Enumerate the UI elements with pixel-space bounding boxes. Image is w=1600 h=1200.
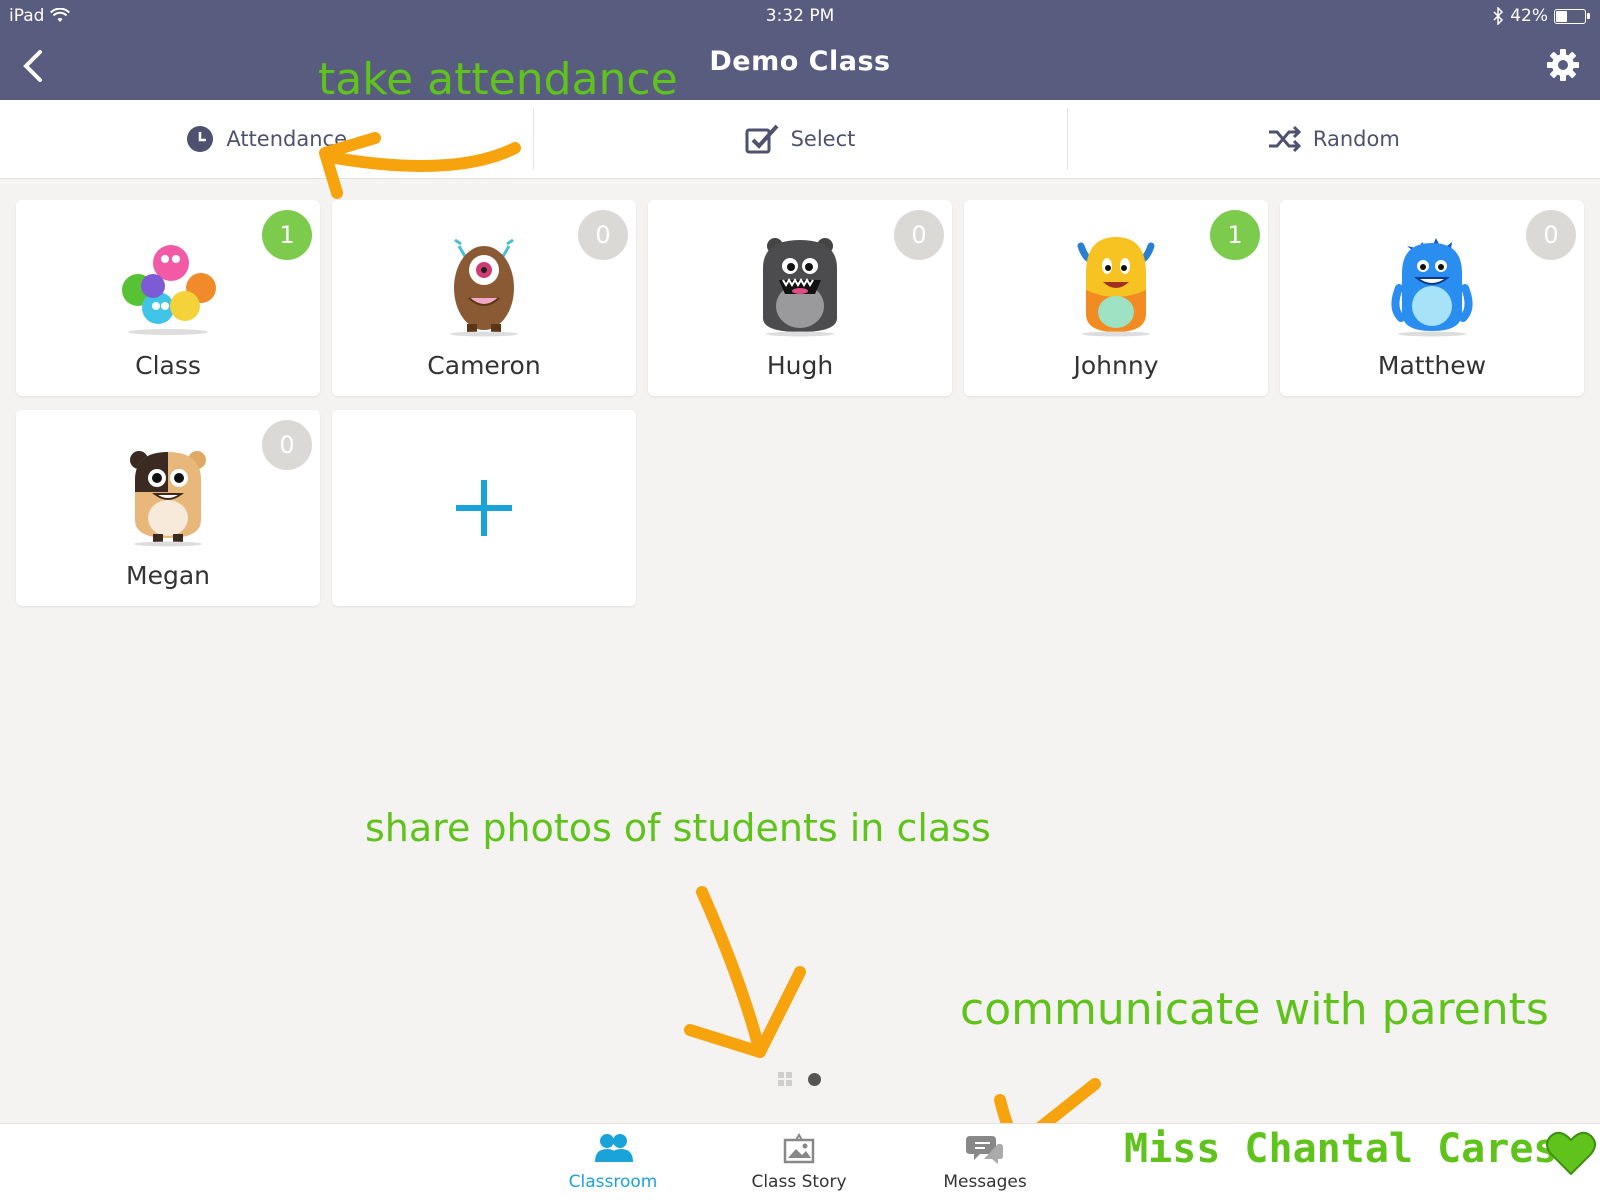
green-heart-icon: [1546, 1131, 1596, 1176]
annotation-arrow-attendance: [319, 132, 521, 199]
checkbox-icon: [745, 124, 779, 154]
student-card-hugh[interactable]: 0 Hugh: [648, 200, 952, 396]
random-label: Random: [1312, 127, 1400, 151]
card-name: Matthew: [1377, 351, 1487, 380]
points-badge: 0: [578, 210, 628, 260]
top-bar: iPad 3:32 PM 42% Demo Class: [0, 0, 1600, 100]
status-bar: iPad 3:32 PM 42%: [0, 0, 1600, 32]
card-name: Megan: [126, 561, 210, 590]
photo-icon: [783, 1133, 815, 1164]
class-group-avatar: [122, 245, 216, 335]
monster-avatar-megan: [130, 451, 206, 547]
chat-bubbles-icon: [966, 1136, 1003, 1164]
student-card-johnny[interactable]: 1 Johnny: [964, 200, 1268, 396]
toolbar: Attendance Select Random: [0, 100, 1600, 179]
points-badge: 1: [1210, 210, 1260, 260]
annotation-share-photos: share photos of students in class: [365, 806, 991, 850]
battery-icon: [1554, 8, 1590, 24]
page-title: Demo Class: [709, 46, 891, 77]
bluetooth-icon: [1493, 7, 1504, 25]
tab-class-story[interactable]: Class Story: [734, 1132, 864, 1192]
card-name: Johnny: [1073, 351, 1159, 380]
class-card[interactable]: 1 Class: [16, 200, 320, 396]
page-dot-active: [808, 1072, 821, 1086]
monster-avatar-hugh: [763, 238, 837, 337]
monster-avatar-cameron: [450, 238, 518, 337]
annotation-arrow-photos: [684, 886, 806, 1058]
add-student-button[interactable]: [332, 410, 636, 606]
grid-page-icon: [778, 1072, 792, 1086]
monster-avatar-johnny: [1077, 237, 1155, 337]
annotation-take-attendance: take attendance: [318, 54, 678, 105]
page-indicator[interactable]: [778, 1072, 821, 1086]
battery-percent: 42%: [1510, 6, 1548, 26]
status-time: 3:32 PM: [765, 6, 835, 26]
select-label: Select: [790, 127, 856, 151]
clock-icon: [187, 126, 214, 152]
users-icon: [595, 1134, 633, 1162]
points-badge: 1: [262, 210, 312, 260]
annotation-communicate: communicate with parents: [960, 984, 1549, 1035]
points-badge: 0: [894, 210, 944, 260]
plus-icon: [456, 480, 512, 536]
tab-messages[interactable]: Messages: [920, 1132, 1050, 1192]
select-button[interactable]: Select: [533, 100, 1066, 178]
student-card-matthew[interactable]: 0 Matthew: [1280, 200, 1584, 396]
tab-label: Messages: [943, 1172, 1027, 1192]
points-badge: 0: [1526, 210, 1576, 260]
tab-label: Class Story: [751, 1172, 847, 1192]
random-button[interactable]: Random: [1066, 100, 1600, 178]
card-name: Cameron: [427, 351, 541, 380]
points-badge: 0: [262, 420, 312, 470]
tab-classroom[interactable]: Classroom: [548, 1132, 678, 1192]
tab-label: Classroom: [568, 1172, 658, 1192]
card-name: Class: [135, 351, 201, 380]
gear-icon[interactable]: [1546, 48, 1580, 82]
card-name: Hugh: [766, 351, 834, 380]
student-card-megan[interactable]: 0 Megan: [16, 410, 320, 606]
monster-avatar-matthew: [1391, 238, 1473, 337]
signature-text: Miss Chantal Cares: [1124, 1126, 1558, 1172]
shuffle-icon: [1268, 125, 1301, 153]
student-card-cameron[interactable]: 0 Cameron: [332, 200, 636, 396]
